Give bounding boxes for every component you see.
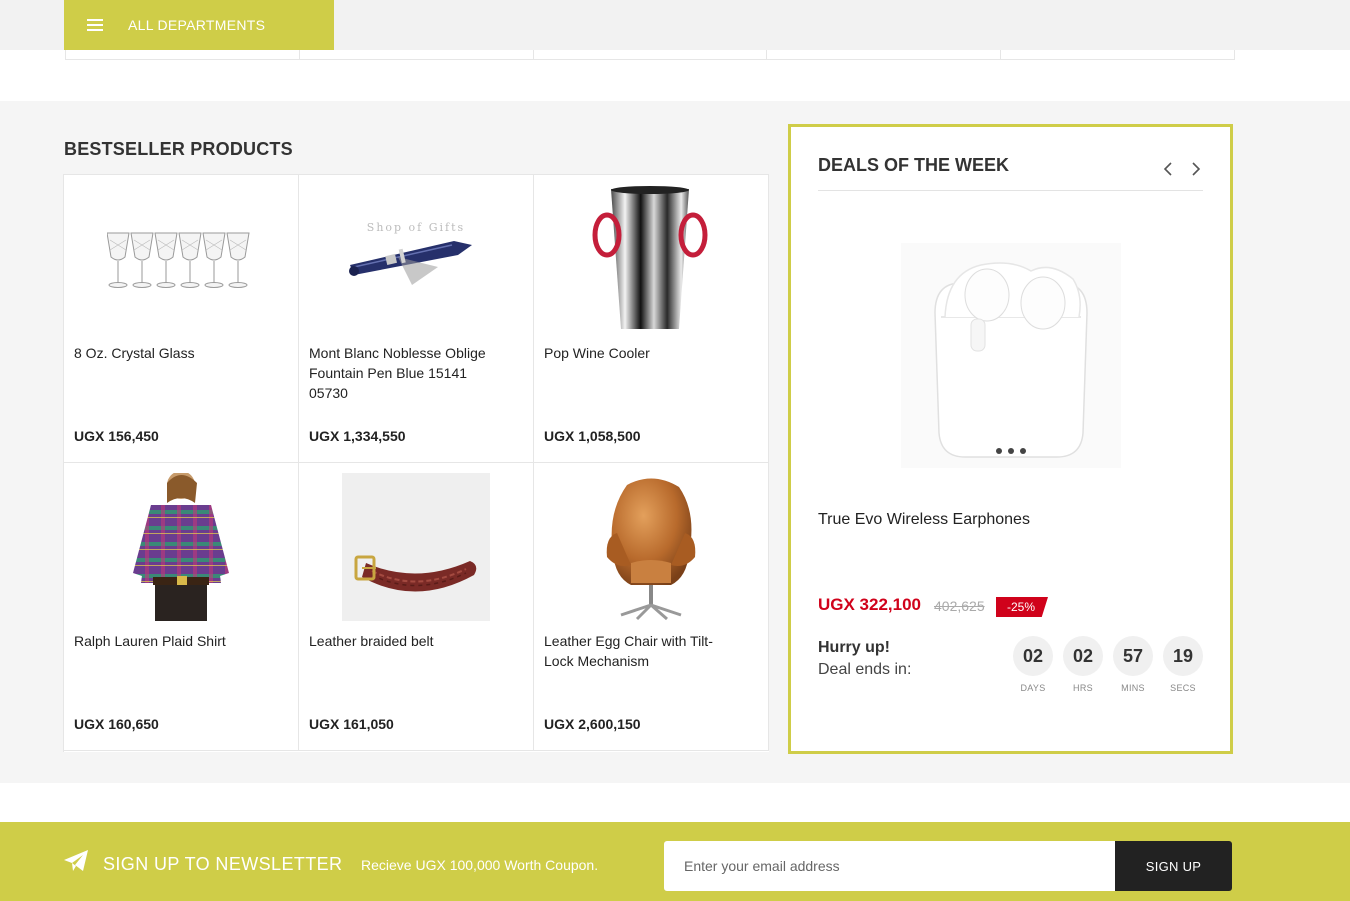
newsletter-subtitle: Recieve UGX 100,000 Worth Coupon. bbox=[361, 857, 599, 873]
product-card[interactable]: Pop Wine Cooler UGX 1,058,500 bbox=[534, 175, 769, 463]
countdown-minutes: 57 MINS bbox=[1113, 636, 1153, 693]
crystal-glasses-image[interactable] bbox=[107, 185, 255, 333]
hurry-label: Hurry up! bbox=[818, 639, 890, 656]
product-card[interactable]: 8 Oz. Crystal Glass UGX 156,450 bbox=[64, 175, 299, 463]
bestseller-grid: 8 Oz. Crystal Glass UGX 156,450 Shop of … bbox=[63, 174, 769, 752]
category-strip bbox=[65, 50, 1235, 60]
product-card[interactable]: Ralph Lauren Plaid Shirt UGX 160,650 bbox=[64, 463, 299, 751]
product-card[interactable]: Shop of Gifts Mont Blanc Noblesse Oblige… bbox=[299, 175, 534, 463]
product-name[interactable]: Pop Wine Cooler bbox=[544, 343, 739, 363]
wireless-earphones-image[interactable] bbox=[901, 243, 1121, 468]
deal-old-price: 402,625 bbox=[934, 598, 985, 614]
fountain-pen-image[interactable]: Shop of Gifts bbox=[342, 185, 490, 333]
bestseller-title: BESTSELLER PRODUCTS bbox=[64, 139, 293, 159]
shop-of-gifts-watermark: Shop of Gifts bbox=[367, 221, 465, 234]
newsletter-bar: SIGN UP TO NEWSLETTER Recieve UGX 100,00… bbox=[0, 822, 1350, 901]
sign-up-button[interactable]: SIGN UP bbox=[1115, 841, 1232, 891]
countdown-timer: 02 DAYS 02 HRS 57 MINS 19 SECS bbox=[1013, 636, 1203, 693]
deals-title: DEALS OF THE WEEK bbox=[818, 155, 1010, 175]
paper-plane-icon bbox=[64, 850, 88, 871]
divider bbox=[818, 190, 1203, 191]
product-price: UGX 2,600,150 bbox=[544, 716, 641, 732]
countdown-days: 02 DAYS bbox=[1013, 636, 1053, 693]
countdown-hours: 02 HRS bbox=[1063, 636, 1103, 693]
product-name[interactable]: Ralph Lauren Plaid Shirt bbox=[74, 631, 269, 651]
deal-product-name[interactable]: True Evo Wireless Earphones bbox=[818, 511, 1030, 529]
egg-chair-image[interactable] bbox=[577, 473, 725, 621]
all-departments-label: ALL DEPARTMENTS bbox=[128, 17, 266, 33]
product-price: UGX 1,334,550 bbox=[309, 428, 406, 444]
email-input[interactable] bbox=[664, 841, 1115, 891]
plaid-shirt-image[interactable] bbox=[107, 473, 255, 621]
product-name[interactable]: Leather Egg Chair with Tilt-Lock Mechani… bbox=[544, 631, 739, 671]
product-price: UGX 156,450 bbox=[74, 428, 159, 444]
chevron-right-icon[interactable] bbox=[1189, 159, 1203, 179]
product-name[interactable]: Leather braided belt bbox=[309, 631, 504, 651]
wine-cooler-image[interactable] bbox=[577, 185, 725, 333]
deal-price: UGX 322,100 bbox=[818, 595, 922, 614]
product-name[interactable]: Mont Blanc Noblesse Oblige Fountain Pen … bbox=[309, 343, 504, 403]
deals-carousel-nav bbox=[1161, 159, 1203, 179]
chevron-left-icon[interactable] bbox=[1161, 159, 1175, 179]
deal-ends-label: Deal ends in: bbox=[818, 661, 912, 678]
deals-panel: DEALS OF THE WEEK True Evo Wireless Earp… bbox=[788, 124, 1233, 754]
braided-belt-image[interactable] bbox=[342, 473, 490, 621]
newsletter-title: SIGN UP TO NEWSLETTER bbox=[103, 854, 343, 874]
products-section: BESTSELLER PRODUCTS 8 Oz. Crystal Glass bbox=[0, 101, 1350, 783]
discount-badge: -25% bbox=[996, 597, 1048, 617]
product-price: UGX 160,650 bbox=[74, 716, 159, 732]
all-departments-button[interactable]: ALL DEPARTMENTS bbox=[64, 0, 334, 50]
product-name[interactable]: 8 Oz. Crystal Glass bbox=[74, 343, 269, 363]
product-card[interactable]: Leather Egg Chair with Tilt-Lock Mechani… bbox=[534, 463, 769, 751]
product-price: UGX 1,058,500 bbox=[544, 428, 641, 444]
countdown-seconds: 19 SECS bbox=[1163, 636, 1203, 693]
product-price: UGX 161,050 bbox=[309, 716, 394, 732]
menu-icon bbox=[87, 19, 103, 31]
product-card[interactable]: Leather braided belt UGX 161,050 bbox=[299, 463, 534, 751]
